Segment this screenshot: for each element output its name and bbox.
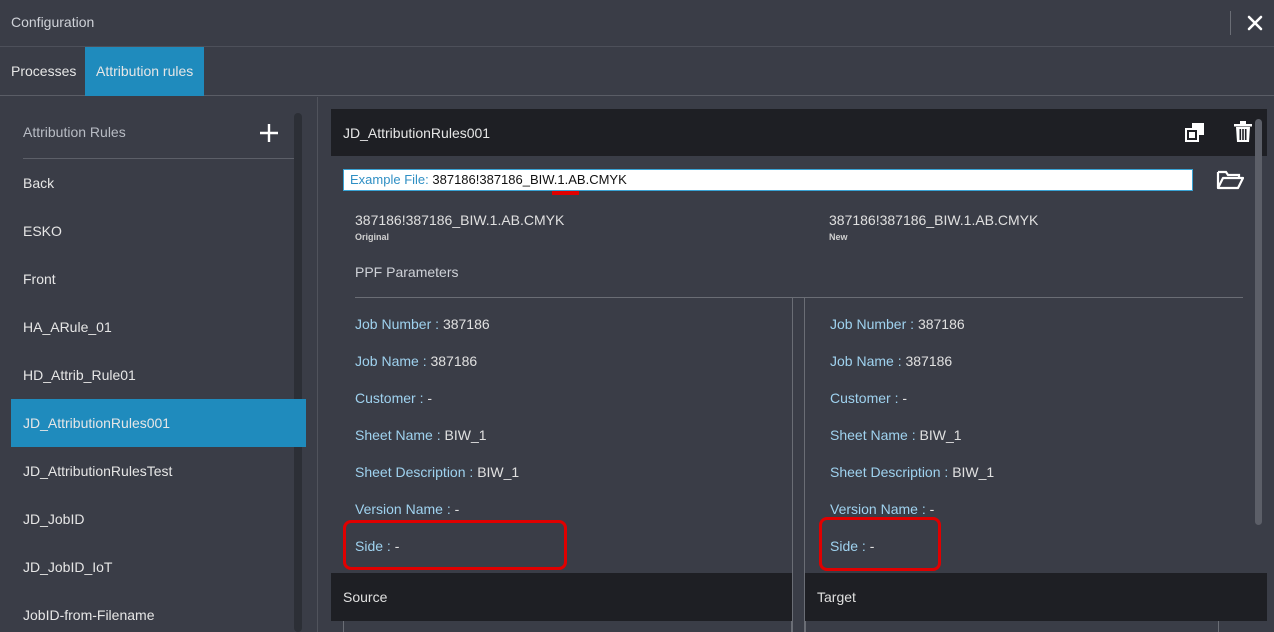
sidebar-item-back[interactable]: Back [11,159,306,207]
target-param-job-number: Job Number : 387186 [830,316,965,332]
sidebar-item-jd-attributionrulestest[interactable]: JD_AttributionRulesTest [11,447,306,495]
target-param-version-name: Version Name : - [830,501,935,517]
target-section-header[interactable]: Target [805,573,1267,621]
rule-name: JD_AttributionRules001 [343,125,491,141]
close-icon[interactable] [1244,11,1266,35]
target-param-customer: Customer : - [830,390,908,406]
target-section-body [805,621,1219,632]
example-file-label: Example File: [350,172,429,187]
target-param-job-name: Job Name : 387186 [830,353,953,369]
sidebar-item-jd-jobid-iot[interactable]: JD_JobID_IoT [11,543,306,591]
source-param-version-name: Version Name : - [355,501,460,517]
source-param-customer: Customer : - [355,390,433,406]
target-param-sheet-description: Sheet Description : BIW_1 [830,464,995,480]
annotation-highlight-source-side [343,520,567,570]
sidebar-title: Attribution Rules [23,124,126,140]
sidebar-item-jd-jobid[interactable]: JD_JobID [11,495,306,543]
annotation-underline [552,191,579,195]
source-param-job-number: Job Number : 387186 [355,316,490,332]
sidebar-item-front[interactable]: Front [11,255,306,303]
annotation-highlight-target-side [819,517,941,571]
folder-open-icon[interactable] [1216,169,1245,191]
editor-scrollbar[interactable] [1255,119,1262,525]
example-file-input[interactable]: Example File: 387186!387186_BIW.1.AB.CMY… [343,169,1193,195]
source-param-sheet-name: Sheet Name : BIW_1 [355,427,487,443]
target-param-sheet-name: Sheet Name : BIW_1 [830,427,962,443]
trash-icon[interactable] [1233,121,1253,143]
plus-icon[interactable] [259,123,279,143]
new-caption: New [829,232,848,242]
source-param-job-name: Job Name : 387186 [355,353,478,369]
tab-processes[interactable]: Processes [0,47,87,96]
rules-sidebar: Attribution Rules Back ESKO Front HA_ARu… [0,97,318,632]
new-filename: 387186!387186_BIW.1.AB.CMYK [829,212,1039,228]
title-bar: Configuration [0,0,1274,47]
original-caption: Original [355,232,390,242]
sidebar-item-esko[interactable]: ESKO [11,207,306,255]
example-file-value: 387186!387186_BIW.1.AB.CMYK [432,172,627,187]
source-param-sheet-description: Sheet Description : BIW_1 [355,464,520,480]
duplicate-icon[interactable] [1185,122,1205,142]
sidebar-item-ha-arule-01[interactable]: HA_ARule_01 [11,303,306,351]
section-title: PPF Parameters [355,264,459,280]
sidebar-item-jd-attributionrules001[interactable]: JD_AttributionRules001 [11,399,306,447]
original-filename: 387186!387186_BIW.1.AB.CMYK [355,212,565,228]
sidebar-item-jobid-from-filename[interactable]: JobID-from-Filename [11,591,306,632]
sidebar-header: Attribution Rules [23,97,294,159]
tab-bar: Processes Attribution rules [0,47,1274,96]
title-separator [1230,11,1231,35]
column-divider-left [792,298,793,632]
rule-editor: JD_AttributionRules001 Example File: 387… [331,109,1267,632]
source-section-body [343,621,792,632]
tab-attribution-rules[interactable]: Attribution rules [85,47,205,96]
source-section-header[interactable]: Source [331,573,792,621]
window-title: Configuration [11,14,95,30]
sidebar-item-hd-attrib-rule01[interactable]: HD_Attrib_Rule01 [11,351,306,399]
section-divider [355,297,1243,298]
rule-header: JD_AttributionRules001 [331,109,1267,156]
